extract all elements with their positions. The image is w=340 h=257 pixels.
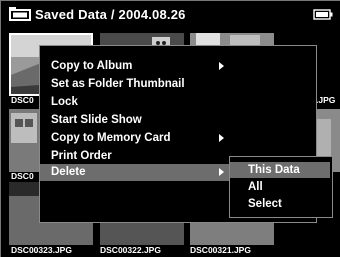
folder-icon [9,7,31,21]
submenu-arrow-icon [219,62,224,70]
menu-item-start-slide-show[interactable]: Start Slide Show [40,112,316,129]
menu-item-label: Print Order [51,150,112,162]
photo-viewer-screen: Saved Data / 2004.08.26 DSC0 .JPG DSC0 D… [0,0,340,257]
header-bar: Saved Data / 2004.08.26 [1,1,340,29]
submenu-item-all[interactable]: All [230,179,330,195]
thumbnail-filename: DSC0 [11,171,34,181]
thumbnail-filename: DSC00323.JPG [11,245,72,255]
submenu-item-label: All [248,181,263,193]
menu-item-label: Start Slide Show [51,114,142,126]
menu-item-lock[interactable]: Lock [40,94,316,111]
thumbnail-filename: DSC00321.JPG [190,245,251,255]
menu-item-label: Set as Folder Thumbnail [51,78,185,90]
menu-item-set-folder-thumbnail[interactable]: Set as Folder Thumbnail [40,76,316,93]
battery-icon [313,9,333,20]
thumbnail-filename: DSC00322.JPG [100,245,161,255]
submenu-arrow-icon [219,134,224,142]
delete-submenu: This Data All Select [229,156,333,218]
submenu-item-label: This Data [248,164,300,176]
page-title: Saved Data / 2004.08.26 [35,7,186,22]
menu-item-copy-to-memory-card[interactable]: Copy to Memory Card [40,130,316,147]
menu-item-label: Copy to Album [51,60,133,72]
submenu-item-select[interactable]: Select [230,196,330,212]
submenu-arrow-icon [219,168,224,176]
menu-item-label: Copy to Memory Card [51,132,171,144]
submenu-item-label: Select [248,198,282,210]
thumbnail-filename: .JPG [316,95,336,105]
menu-item-label: Delete [51,166,86,178]
submenu-item-this-data[interactable]: This Data [230,162,330,178]
menu-item-label: Lock [51,96,78,108]
thumbnail-filename: DSC0 [11,95,34,105]
menu-item-delete[interactable]: Delete [40,164,229,181]
menu-item-copy-to-album[interactable]: Copy to Album [40,58,316,75]
